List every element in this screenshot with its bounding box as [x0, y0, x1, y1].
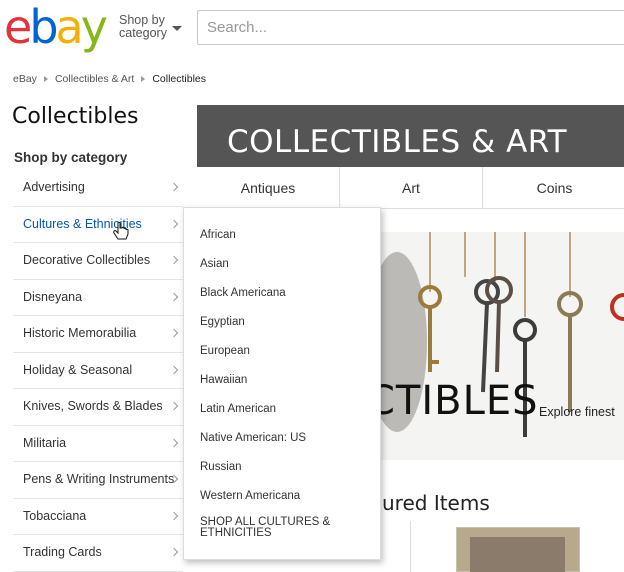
tab-antiques[interactable]: Antiques	[197, 167, 340, 208]
category-tabs: Antiques Art Coins	[197, 167, 624, 209]
chevron-right-icon	[169, 328, 179, 338]
banner-title: CTIBLES	[367, 378, 539, 424]
flyout-item-native-american-us[interactable]: Native American: US	[200, 425, 350, 454]
chevron-right-icon	[169, 292, 179, 301]
breadcrumb-link-ebay[interactable]: eBay	[13, 73, 37, 85]
flyout-item-latin-american[interactable]: Latin American	[200, 396, 350, 425]
sidebar-item-label: Tobacciana	[23, 508, 87, 523]
sidebar-item-pens-writing-instruments[interactable]: Pens & Writing Instruments	[13, 462, 183, 499]
sidebar-item-label: Knives, Swords & Blades	[23, 399, 163, 413]
flyout-item-european[interactable]: European	[200, 338, 350, 367]
flyout-item-african[interactable]: African	[200, 222, 350, 251]
sidebar-item-cultures-ethnicities[interactable]: Cultures & Ethnicities	[13, 206, 183, 243]
chevron-right-icon	[43, 76, 48, 83]
sidebar-item-disneyana[interactable]: Disneyana	[13, 280, 183, 316]
sidebar-item-label: Trading Cards	[23, 545, 102, 559]
breadcrumb-current: Collectibles	[152, 73, 207, 86]
sidebar-item-label: Historic Memorabilia	[23, 326, 137, 340]
sidebar-item-label: Holiday & Seasonal	[23, 362, 133, 377]
header: ebay Shop by category Search...	[0, 0, 624, 58]
sidebar-item-decorative-collectibles[interactable]: Decorative Collectibles	[13, 243, 183, 280]
search-input[interactable]: Search...	[197, 10, 624, 45]
banner-subtext: Explore finest	[539, 405, 615, 419]
breadcrumb-link-collectibles-art[interactable]: Collectibles & Art	[55, 73, 134, 85]
chevron-right-icon	[169, 401, 179, 411]
flyout-item-black-americana[interactable]: Black Americana	[200, 280, 350, 309]
cultures-ethnicities-flyout-menu: African Asian Black Americana Egyptian E…	[183, 207, 381, 560]
chevron-right-icon	[169, 182, 179, 192]
sidebar-item-label: Disneyana	[23, 289, 83, 304]
logo-letter-b: b	[29, 0, 58, 54]
chevron-right-icon	[169, 219, 179, 228]
chevron-right-icon	[169, 438, 179, 447]
flyout-list: African Asian Black Americana Egyptian E…	[200, 222, 350, 541]
shop-by-category-heading: Shop by category	[14, 150, 128, 165]
sidebar-item-trading-cards[interactable]: Trading Cards	[13, 535, 183, 572]
sidebar-item-label: Decorative Collectibles	[23, 253, 151, 267]
ebay-logo[interactable]: ebay	[4, 0, 108, 54]
sidebar-item-label: Militaria	[23, 435, 67, 450]
logo-letter-a: a	[55, 0, 84, 54]
logo-letter-e: e	[4, 0, 32, 54]
sidebar-item-label: Pens & Writing Instruments	[23, 472, 175, 486]
breadcrumb: eBay Collectibles & Art Collectibles	[13, 73, 206, 85]
flyout-item-asian[interactable]: Asian	[200, 251, 350, 280]
featured-item-image-inner	[470, 537, 565, 572]
chevron-right-icon	[169, 547, 179, 557]
chevron-down-icon	[172, 26, 182, 31]
logo-letter-y: y	[80, 0, 108, 54]
sidebar-item-knives-swords-blades[interactable]: Knives, Swords & Blades	[13, 389, 183, 426]
page-title: Collectibles	[12, 104, 139, 129]
tab-art[interactable]: Art	[340, 167, 483, 208]
flyout-item-russian[interactable]: Russian	[200, 454, 350, 483]
hand-cursor-icon	[113, 222, 129, 240]
flyout-item-hawaiian[interactable]: Hawaiian	[200, 367, 350, 396]
sidebar-item-militaria[interactable]: Militaria	[13, 426, 183, 462]
featured-items-heading: ured Items	[382, 491, 490, 515]
chevron-right-icon	[169, 511, 179, 520]
category-list: Advertising Cultures & Ethnicities Decor…	[13, 170, 183, 572]
sidebar-item-tobacciana[interactable]: Tobacciana	[13, 499, 183, 535]
hero-title: COLLECTIBLES & ART	[227, 124, 568, 160]
flyout-shop-all-link[interactable]: SHOP ALL CULTURES & ETHNICITIES	[200, 512, 350, 541]
sidebar-item-label: Advertising	[23, 180, 85, 194]
sidebar-item-holiday-seasonal[interactable]: Holiday & Seasonal	[13, 353, 183, 389]
flyout-item-western-americana[interactable]: Western Americana	[200, 483, 350, 512]
chevron-right-icon	[141, 76, 146, 83]
shop-by-label-line2: category	[119, 26, 167, 40]
chevron-right-icon	[169, 365, 179, 374]
chevron-right-icon	[169, 255, 179, 265]
shop-by-category-button[interactable]: Shop by category	[119, 14, 182, 40]
flyout-item-egyptian[interactable]: Egyptian	[200, 309, 350, 338]
sidebar-item-historic-memorabilia[interactable]: Historic Memorabilia	[13, 316, 183, 353]
tab-coins[interactable]: Coins	[483, 167, 624, 208]
sidebar-item-advertising[interactable]: Advertising	[13, 170, 183, 207]
